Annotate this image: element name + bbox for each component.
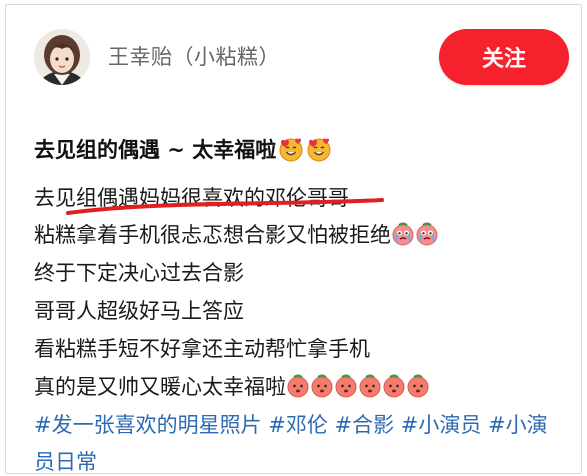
red-underline-annotation (66, 198, 384, 215)
smiling-face-with-hearts-icon (306, 136, 332, 162)
post-title: 去见组的偶遇 ~ 太幸福啦 (34, 134, 332, 164)
strawberry-face-icon (286, 374, 310, 398)
strawberry-face-icon (406, 374, 430, 398)
strawberry-face-icon (358, 374, 382, 398)
post-line-3: 终于下定决心过去合影 (34, 261, 244, 285)
smiling-face-with-hearts-icon (278, 136, 304, 162)
post-line-2-text: 粘糕拿着手机很忐忑想合影又怕被拒绝 (34, 223, 391, 247)
strawberry-face-icon (310, 374, 334, 398)
post-line-5: 看粘糕手短不好拿还主动帮忙拿手机 (34, 337, 370, 361)
username[interactable]: 王幸贻（小粘糕） (108, 41, 280, 71)
hashtag-links-continued[interactable]: 员日常 (34, 446, 97, 476)
post-header: 王幸贻（小粘糕） 关注 (30, 25, 575, 97)
post-card: 王幸贻（小粘糕） 关注 去见组的偶遇 ~ 太幸福啦 去见组偶遇妈妈很喜欢的邓伦哥… (5, 4, 582, 474)
post-line-2: 粘糕拿着手机很忐忑想合影又怕被拒绝 (34, 219, 439, 249)
avatar[interactable] (34, 29, 90, 85)
post-title-text: 去见组的偶遇 ~ 太幸福啦 (34, 138, 277, 162)
crying-face-icon (391, 222, 415, 246)
follow-button[interactable]: 关注 (439, 29, 569, 85)
strawberry-face-icon (334, 374, 358, 398)
post-line-6-text: 真的是又帅又暖心太幸福啦 (34, 375, 286, 399)
strawberry-face-icon (382, 374, 406, 398)
post-line-6: 真的是又帅又暖心太幸福啦 (34, 371, 430, 401)
post-line-4: 哥哥人超级好马上答应 (34, 299, 244, 323)
crying-face-icon (415, 222, 439, 246)
hashtag-links[interactable]: #发一张喜欢的明星照片 #邓伦 #合影 #小演员 #小演 (34, 409, 548, 439)
